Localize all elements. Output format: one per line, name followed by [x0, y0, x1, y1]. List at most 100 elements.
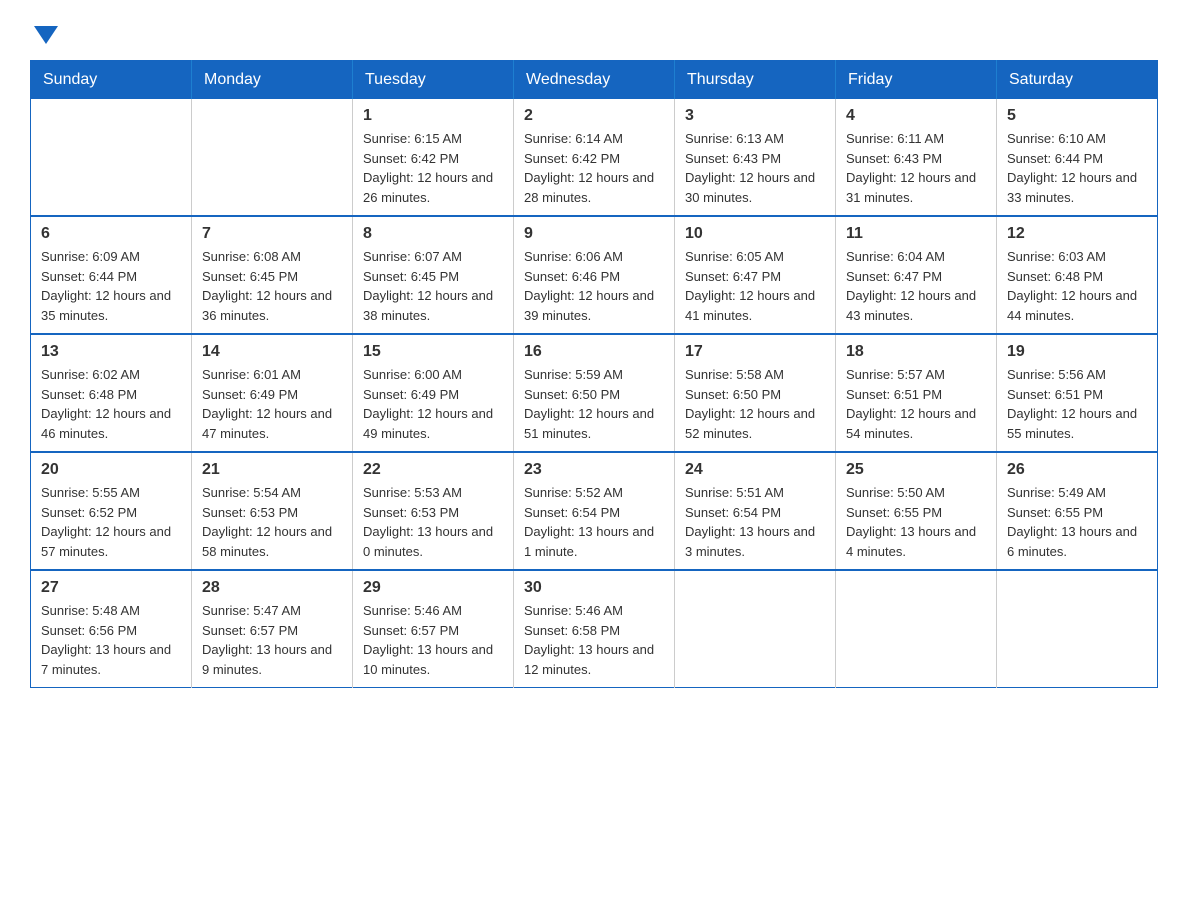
- weekday-header-friday: Friday: [836, 61, 997, 100]
- calendar-cell: 21 Sunrise: 5:54 AMSunset: 6:53 PMDayligh…: [192, 452, 353, 570]
- calendar-week-row: 27Sunrise: 5:48 AMSunset: 6:56 PMDayligh…: [31, 570, 1158, 688]
- day-info: Sunrise: 5:52 AMSunset: 6:54 PMDaylight:…: [524, 483, 664, 561]
- calendar-cell: 10 Sunrise: 6:05 AMSunset: 6:47 PMDayligh…: [675, 216, 836, 334]
- day-number: 7: [202, 225, 342, 243]
- day-number: 25: [846, 461, 986, 479]
- day-info: Sunrise: 6:10 AMSunset: 6:44 PMDaylight:…: [1007, 129, 1147, 207]
- logo: [30, 20, 58, 40]
- day-info: Sunrise: 5:56 AMSunset: 6:51 PMDaylight:…: [1007, 365, 1147, 443]
- calendar-cell: 28 Sunrise: 5:47 AMSunset: 6:57 PMDayligh…: [192, 570, 353, 688]
- day-info: Sunrise: 5:51 AMSunset: 6:54 PMDaylight:…: [685, 483, 825, 561]
- weekday-header-thursday: Thursday: [675, 61, 836, 100]
- day-info: Sunrise: 6:04 AMSunset: 6:47 PMDaylight:…: [846, 247, 986, 325]
- day-info: Sunrise: 5:46 AMSunset: 6:57 PMDaylight:…: [363, 601, 503, 679]
- calendar-table: SundayMondayTuesdayWednesdayThursdayFrid…: [30, 60, 1158, 688]
- calendar-cell: 29 Sunrise: 5:46 AMSunset: 6:57 PMDayligh…: [353, 570, 514, 688]
- day-info: Sunrise: 5:50 AMSunset: 6:55 PMDaylight:…: [846, 483, 986, 561]
- day-number: 30: [524, 579, 664, 597]
- calendar-cell: 1Sunrise: 6:15 AMSunset: 6:42 PMDaylight…: [353, 99, 514, 216]
- calendar-cell: [836, 570, 997, 688]
- calendar-cell: [31, 99, 192, 216]
- day-info: Sunrise: 6:13 AMSunset: 6:43 PMDaylight:…: [685, 129, 825, 207]
- day-number: 17: [685, 343, 825, 361]
- day-info: Sunrise: 6:08 AMSunset: 6:45 PMDaylight:…: [202, 247, 342, 325]
- weekday-header-sunday: Sunday: [31, 61, 192, 100]
- calendar-cell: 17 Sunrise: 5:58 AMSunset: 6:50 PMDayligh…: [675, 334, 836, 452]
- day-info: Sunrise: 6:14 AMSunset: 6:42 PMDaylight:…: [524, 129, 664, 207]
- calendar-cell: 12 Sunrise: 6:03 AMSunset: 6:48 PMDayligh…: [997, 216, 1158, 334]
- calendar-cell: 15 Sunrise: 6:00 AMSunset: 6:49 PMDayligh…: [353, 334, 514, 452]
- calendar-week-row: 6 Sunrise: 6:09 AMSunset: 6:44 PMDaylight…: [31, 216, 1158, 334]
- day-info: Sunrise: 5:48 AMSunset: 6:56 PMDaylight:…: [41, 601, 181, 679]
- calendar-cell: 9 Sunrise: 6:06 AMSunset: 6:46 PMDaylight…: [514, 216, 675, 334]
- calendar-cell: 30 Sunrise: 5:46 AMSunset: 6:58 PMDayligh…: [514, 570, 675, 688]
- day-info: Sunrise: 5:46 AMSunset: 6:58 PMDaylight:…: [524, 601, 664, 679]
- day-number: 29: [363, 579, 503, 597]
- calendar-cell: 8 Sunrise: 6:07 AMSunset: 6:45 PMDaylight…: [353, 216, 514, 334]
- calendar-week-row: 13Sunrise: 6:02 AMSunset: 6:48 PMDayligh…: [31, 334, 1158, 452]
- weekday-header-row: SundayMondayTuesdayWednesdayThursdayFrid…: [31, 61, 1158, 100]
- day-number: 20: [41, 461, 181, 479]
- calendar-cell: 4 Sunrise: 6:11 AMSunset: 6:43 PMDaylight…: [836, 99, 997, 216]
- weekday-header-tuesday: Tuesday: [353, 61, 514, 100]
- calendar-cell: 11 Sunrise: 6:04 AMSunset: 6:47 PMDayligh…: [836, 216, 997, 334]
- day-info: Sunrise: 6:11 AMSunset: 6:43 PMDaylight:…: [846, 129, 986, 207]
- weekday-header-wednesday: Wednesday: [514, 61, 675, 100]
- day-number: 18: [846, 343, 986, 361]
- day-number: 21: [202, 461, 342, 479]
- day-info: Sunrise: 5:59 AMSunset: 6:50 PMDaylight:…: [524, 365, 664, 443]
- day-info: Sunrise: 6:06 AMSunset: 6:46 PMDaylight:…: [524, 247, 664, 325]
- day-number: 19: [1007, 343, 1147, 361]
- calendar-cell: 20 Sunrise: 5:55 AMSunset: 6:52 PMDayligh…: [31, 452, 192, 570]
- day-info: Sunrise: 5:57 AMSunset: 6:51 PMDaylight:…: [846, 365, 986, 443]
- day-info: Sunrise: 5:49 AMSunset: 6:55 PMDaylight:…: [1007, 483, 1147, 561]
- day-number: 6: [41, 225, 181, 243]
- calendar-cell: 26Sunrise: 5:49 AMSunset: 6:55 PMDayligh…: [997, 452, 1158, 570]
- calendar-cell: 22Sunrise: 5:53 AMSunset: 6:53 PMDayligh…: [353, 452, 514, 570]
- calendar-cell: 3 Sunrise: 6:13 AMSunset: 6:43 PMDaylight…: [675, 99, 836, 216]
- day-info: Sunrise: 6:05 AMSunset: 6:47 PMDaylight:…: [685, 247, 825, 325]
- day-number: 8: [363, 225, 503, 243]
- day-number: 11: [846, 225, 986, 243]
- day-info: Sunrise: 6:01 AMSunset: 6:49 PMDaylight:…: [202, 365, 342, 443]
- day-number: 23: [524, 461, 664, 479]
- calendar-cell: [192, 99, 353, 216]
- calendar-cell: 18 Sunrise: 5:57 AMSunset: 6:51 PMDayligh…: [836, 334, 997, 452]
- calendar-cell: 27Sunrise: 5:48 AMSunset: 6:56 PMDayligh…: [31, 570, 192, 688]
- calendar-cell: 19 Sunrise: 5:56 AMSunset: 6:51 PMDayligh…: [997, 334, 1158, 452]
- day-info: Sunrise: 5:55 AMSunset: 6:52 PMDaylight:…: [41, 483, 181, 561]
- calendar-week-row: 20 Sunrise: 5:55 AMSunset: 6:52 PMDayligh…: [31, 452, 1158, 570]
- calendar-cell: 6 Sunrise: 6:09 AMSunset: 6:44 PMDaylight…: [31, 216, 192, 334]
- calendar-cell: [997, 570, 1158, 688]
- calendar-cell: [675, 570, 836, 688]
- day-info: Sunrise: 5:58 AMSunset: 6:50 PMDaylight:…: [685, 365, 825, 443]
- day-number: 16: [524, 343, 664, 361]
- calendar-cell: 2Sunrise: 6:14 AMSunset: 6:42 PMDaylight…: [514, 99, 675, 216]
- header: [30, 20, 1158, 40]
- weekday-header-monday: Monday: [192, 61, 353, 100]
- day-number: 14: [202, 343, 342, 361]
- day-info: Sunrise: 5:54 AMSunset: 6:53 PMDaylight:…: [202, 483, 342, 561]
- day-number: 1: [363, 107, 503, 125]
- weekday-header-saturday: Saturday: [997, 61, 1158, 100]
- calendar-cell: 13Sunrise: 6:02 AMSunset: 6:48 PMDayligh…: [31, 334, 192, 452]
- calendar-cell: 23 Sunrise: 5:52 AMSunset: 6:54 PMDayligh…: [514, 452, 675, 570]
- day-info: Sunrise: 6:07 AMSunset: 6:45 PMDaylight:…: [363, 247, 503, 325]
- day-info: Sunrise: 6:03 AMSunset: 6:48 PMDaylight:…: [1007, 247, 1147, 325]
- day-number: 28: [202, 579, 342, 597]
- day-number: 12: [1007, 225, 1147, 243]
- day-number: 15: [363, 343, 503, 361]
- calendar-week-row: 1Sunrise: 6:15 AMSunset: 6:42 PMDaylight…: [31, 99, 1158, 216]
- day-info: Sunrise: 6:00 AMSunset: 6:49 PMDaylight:…: [363, 365, 503, 443]
- day-number: 3: [685, 107, 825, 125]
- day-number: 5: [1007, 107, 1147, 125]
- calendar-cell: 24Sunrise: 5:51 AMSunset: 6:54 PMDayligh…: [675, 452, 836, 570]
- day-number: 9: [524, 225, 664, 243]
- calendar-cell: 7 Sunrise: 6:08 AMSunset: 6:45 PMDaylight…: [192, 216, 353, 334]
- day-info: Sunrise: 5:47 AMSunset: 6:57 PMDaylight:…: [202, 601, 342, 679]
- day-number: 13: [41, 343, 181, 361]
- day-number: 10: [685, 225, 825, 243]
- day-info: Sunrise: 6:09 AMSunset: 6:44 PMDaylight:…: [41, 247, 181, 325]
- day-number: 4: [846, 107, 986, 125]
- calendar-cell: 25 Sunrise: 5:50 AMSunset: 6:55 PMDayligh…: [836, 452, 997, 570]
